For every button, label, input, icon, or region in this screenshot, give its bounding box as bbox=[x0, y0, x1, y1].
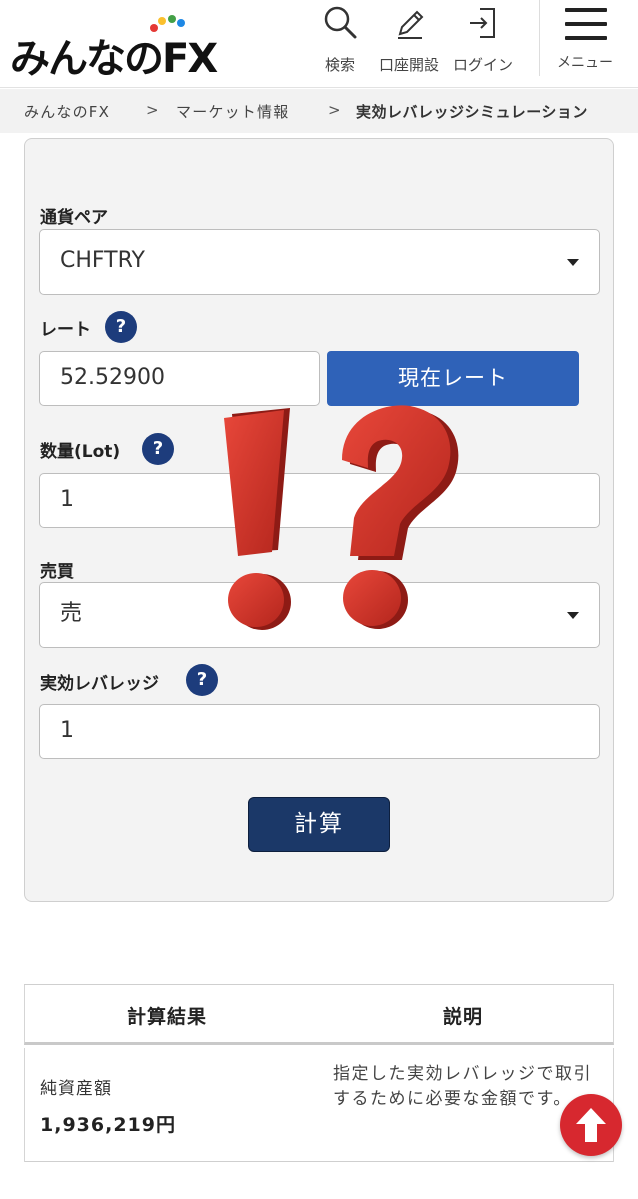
quantity-label: 数量(Lot) bbox=[40, 442, 121, 462]
trade-label: 売買 bbox=[40, 562, 74, 582]
description-column-header: 説明 bbox=[443, 1006, 484, 1028]
trade-value: 売 bbox=[60, 601, 83, 626]
quantity-value: 1 bbox=[60, 487, 74, 512]
leverage-input[interactable]: 1 bbox=[39, 704, 600, 759]
result-table: 計算結果 説明 純資産額 1,936,219円 指定した実効レバレッジで取引する… bbox=[24, 984, 614, 1162]
chevron-down-icon bbox=[567, 612, 579, 619]
open-account-button[interactable]: 口座開設 bbox=[376, 0, 442, 88]
leverage-help-icon[interactable]: ? bbox=[186, 664, 218, 696]
login-icon bbox=[470, 8, 495, 38]
search-label: 検索 bbox=[324, 56, 355, 74]
site-logo[interactable]: みんなのFX bbox=[10, 14, 260, 82]
rate-label: レート bbox=[40, 320, 91, 340]
breadcrumb: みんなのFX > マーケット情報 > 実効レバレッジシミュレーション bbox=[0, 89, 638, 133]
rate-help-icon[interactable]: ? bbox=[105, 311, 137, 343]
currency-pair-label: 通貨ペア bbox=[40, 208, 108, 228]
rate-value: 52.52900 bbox=[60, 365, 165, 390]
arrow-up-icon bbox=[576, 1108, 606, 1142]
simulation-form: 通貨ペア CHFTRY レート ? 52.52900 現在レート 数量(Lot)… bbox=[24, 138, 614, 902]
menu-button[interactable]: メニュー bbox=[552, 0, 618, 88]
breadcrumb-current: 実効レバレッジシミュレーション bbox=[356, 103, 588, 121]
rate-input[interactable]: 52.52900 bbox=[39, 351, 320, 406]
breadcrumb-market-info[interactable]: マーケット情報 bbox=[176, 101, 289, 122]
breadcrumb-separator: > bbox=[146, 101, 160, 119]
search-button[interactable]: 検索 bbox=[318, 0, 362, 88]
pencil-icon bbox=[398, 10, 424, 39]
scroll-top-button[interactable] bbox=[560, 1094, 622, 1156]
logo-text: みんなのFX bbox=[10, 36, 218, 82]
site-header: みんなのFX 検索 口座開設 ログイン メニュー bbox=[0, 0, 638, 88]
leverage-value: 1 bbox=[60, 718, 74, 743]
net-assets-value: 1,936,219円 bbox=[40, 1114, 176, 1136]
login-button[interactable]: ログイン bbox=[452, 0, 514, 88]
menu-label: メニュー bbox=[557, 55, 613, 71]
open-account-label: 口座開設 bbox=[378, 56, 439, 74]
trade-select[interactable]: 売 bbox=[39, 582, 600, 648]
chevron-down-icon bbox=[567, 259, 579, 266]
header-divider bbox=[539, 0, 540, 76]
hamburger-icon bbox=[565, 8, 607, 40]
table-row: 純資産額 1,936,219円 指定した実効レバレッジで取引するために必要な金額… bbox=[24, 1048, 614, 1162]
net-assets-label: 純資産額 bbox=[40, 1079, 112, 1099]
search-icon bbox=[324, 6, 357, 39]
current-rate-button[interactable]: 現在レート bbox=[327, 351, 579, 406]
result-table-header: 計算結果 説明 bbox=[24, 985, 614, 1045]
result-column-header: 計算結果 bbox=[127, 1006, 208, 1028]
net-assets-description: 指定した実効レバレッジで取引するために必要な金額です。 bbox=[333, 1064, 592, 1109]
leverage-label: 実効レバレッジ bbox=[40, 674, 159, 694]
breadcrumb-separator: > bbox=[328, 101, 342, 119]
breadcrumb-home[interactable]: みんなのFX bbox=[24, 101, 110, 122]
login-label: ログイン bbox=[452, 56, 513, 74]
quantity-input[interactable]: 1 bbox=[39, 473, 600, 528]
currency-pair-value: CHFTRY bbox=[60, 248, 145, 273]
currency-pair-select[interactable]: CHFTRY bbox=[39, 229, 600, 295]
calculate-button[interactable]: 計算 bbox=[248, 797, 390, 852]
quantity-help-icon[interactable]: ? bbox=[142, 433, 174, 465]
